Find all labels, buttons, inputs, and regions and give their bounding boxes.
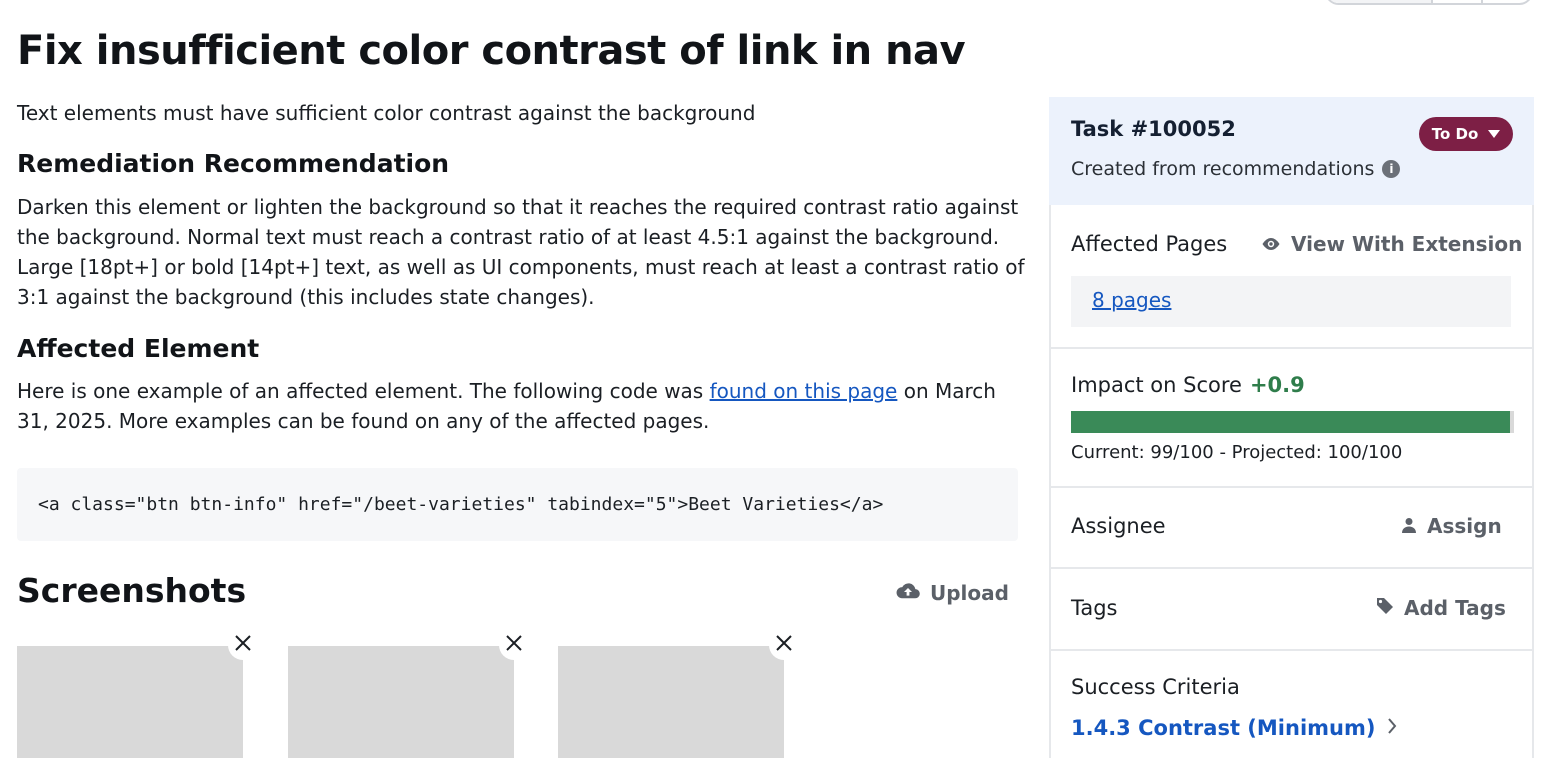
user-icon <box>1401 514 1417 538</box>
caret-down-icon <box>1488 130 1501 138</box>
remediation-text: Darken this element or lighten the backg… <box>17 195 1025 309</box>
found-on-page-link[interactable]: found on this page <box>710 379 898 403</box>
top-segment-3[interactable] <box>1481 0 1531 3</box>
screenshot-thumbnail-2[interactable] <box>288 646 514 758</box>
affected-element-heading: Affected Element <box>17 334 260 363</box>
view-with-extension-button[interactable]: View With Extension <box>1261 232 1522 256</box>
success-criteria-link[interactable]: 1.4.3 Contrast (Minimum) <box>1071 716 1397 740</box>
impact-label-text: Impact on Score <box>1071 373 1242 397</box>
upload-button[interactable]: Upload <box>896 578 1009 608</box>
page-title: Fix insufficient color contrast of link … <box>17 28 966 74</box>
view-with-extension-label: View With Extension <box>1291 232 1523 256</box>
affected-element-text-start: Here is one example of an affected eleme… <box>17 379 710 403</box>
affected-element-text: Here is one example of an affected eleme… <box>17 376 1027 436</box>
top-segment-2[interactable] <box>1431 0 1481 3</box>
assignee-label: Assignee <box>1071 514 1166 538</box>
affected-pages-label: Affected Pages <box>1071 232 1228 256</box>
score-progress-bar <box>1071 411 1514 433</box>
screenshots-heading: Screenshots <box>17 571 247 610</box>
remediation-heading: Remediation Recommendation <box>17 149 450 178</box>
status-label: To Do <box>1431 125 1479 143</box>
eye-icon <box>1261 232 1281 256</box>
add-tags-button[interactable]: Add Tags <box>1376 596 1506 620</box>
code-snippet: <a class="btn btn-info" href="/beet-vari… <box>17 468 1018 541</box>
created-from-text: Created from recommendations i <box>1071 158 1401 180</box>
close-icon <box>505 634 523 656</box>
sidebar-divider <box>1051 649 1532 651</box>
remove-screenshot-3-button[interactable] <box>769 630 799 660</box>
close-icon <box>775 634 793 656</box>
cloud-upload-icon <box>896 581 920 605</box>
remove-screenshot-1-button[interactable] <box>228 630 258 660</box>
add-tags-label: Add Tags <box>1404 596 1506 620</box>
close-icon <box>234 634 252 656</box>
sidebar-divider <box>1051 347 1532 349</box>
tags-label: Tags <box>1071 596 1118 620</box>
upload-label: Upload <box>930 581 1009 605</box>
assign-button[interactable]: Assign <box>1401 514 1502 538</box>
success-criteria-link-text: 1.4.3 Contrast (Minimum) <box>1071 716 1376 740</box>
task-number: Task #100052 <box>1071 117 1236 141</box>
tag-icon <box>1376 596 1394 620</box>
impact-on-score-label: Impact on Score +0.9 <box>1071 373 1305 397</box>
chevron-right-icon <box>1387 716 1397 740</box>
issue-description: Text elements must have sufficient color… <box>17 101 756 125</box>
remove-screenshot-2-button[interactable] <box>499 630 529 660</box>
success-criteria-label: Success Criteria <box>1071 675 1240 699</box>
info-icon[interactable]: i <box>1382 160 1401 178</box>
task-header <box>1049 97 1534 205</box>
score-progress-text: Current: 99/100 - Projected: 100/100 <box>1071 442 1403 463</box>
screenshot-thumbnail-1[interactable] <box>17 646 243 758</box>
assign-label: Assign <box>1427 514 1502 538</box>
screenshot-thumbnail-3[interactable] <box>558 646 784 758</box>
sidebar-divider <box>1051 486 1532 488</box>
affected-pages-link[interactable]: 8 pages <box>1092 288 1171 312</box>
score-progress-fill <box>1071 411 1510 433</box>
impact-value: +0.9 <box>1249 373 1305 397</box>
status-dropdown[interactable]: To Do <box>1419 117 1513 151</box>
created-from-label: Created from recommendations <box>1071 158 1375 180</box>
sidebar-divider <box>1051 567 1532 569</box>
top-segment-1[interactable] <box>1327 0 1431 3</box>
top-segmented-control[interactable] <box>1325 0 1533 5</box>
